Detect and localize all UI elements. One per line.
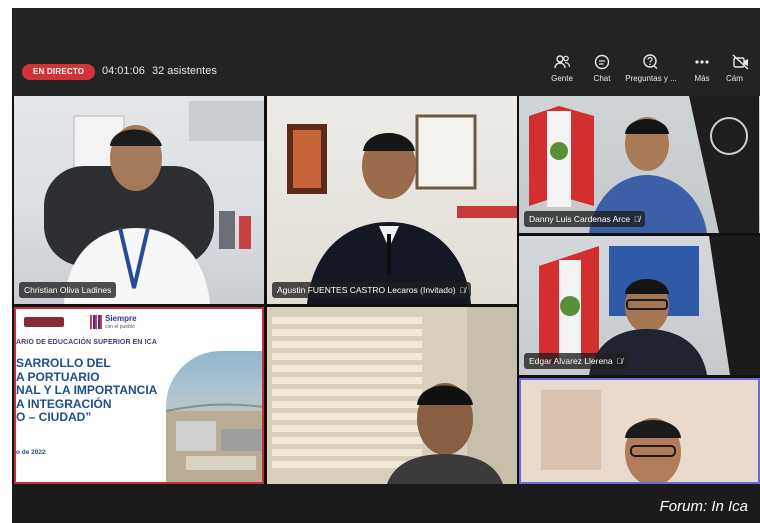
questions-icon — [643, 54, 658, 70]
shared-presentation[interactable]: Siempre con el pueblo ARIO DE EDUCACIÓN … — [14, 307, 264, 484]
live-badge: EN DIRECTO — [22, 64, 96, 80]
participant-tile[interactable]: Edgar Alvarez Llerena 🎙̸ — [519, 236, 760, 375]
camera-button[interactable]: Cám — [726, 54, 760, 90]
mic-muted-icon: 🎙̸ — [616, 357, 623, 366]
chat-icon — [594, 54, 610, 70]
port-image — [166, 351, 262, 482]
participant-video — [267, 307, 517, 484]
camera-icon — [732, 54, 749, 70]
ministry-logo — [24, 317, 64, 327]
mic-muted-icon: 🎙̸ — [634, 215, 641, 224]
government-logo-mark — [90, 315, 102, 329]
participant-video — [287, 114, 517, 304]
slide-kicker: ARIO DE EDUCACIÓN SUPERIOR EN ICA — [16, 339, 157, 346]
participant-tile[interactable] — [267, 307, 517, 484]
participant-tile[interactable]: Christian Oliva Ladines — [14, 96, 264, 304]
more-label: Más — [694, 74, 710, 83]
people-icon — [554, 55, 571, 69]
participant-tile[interactable]: Agustin FUENTES CASTRO Lecaros (Invitado… — [267, 96, 517, 304]
meeting-header: EN DIRECTO 04:01:06 32 asistentes Gente … — [12, 8, 760, 96]
participant-name-label: Christian Oliva Ladines — [19, 282, 117, 298]
participant-video — [521, 380, 758, 482]
participant-name-label: Agustin FUENTES CASTRO Lecaros (Invitado… — [272, 282, 471, 298]
more-icon — [695, 60, 709, 64]
slide-header: Siempre con el pueblo — [16, 309, 262, 335]
meeting-window: EN DIRECTO 04:01:06 32 asistentes Gente … — [12, 8, 760, 523]
camera-label: Cám — [726, 74, 743, 83]
active-speaker-tile[interactable] — [519, 378, 760, 484]
slide-date: o de 2022 — [16, 449, 46, 456]
video-grid: Christian Oliva Ladines Agustin FUENTES … — [12, 96, 760, 484]
participant-name-label: Danny Luis Cardenas Arce 🎙̸ — [524, 211, 646, 227]
government-logo-text: Siempre con el pueblo — [105, 314, 137, 331]
meeting-timer: 04:01:06 — [102, 65, 145, 77]
participant-video — [44, 101, 264, 304]
mic-muted-icon: 🎙̸ — [459, 286, 466, 295]
participant-name-label: Edgar Alvarez Llerena 🎙̸ — [524, 353, 628, 369]
slide-title: SARROLLO DEL A PORTUARIO NAL Y LA IMPORT… — [16, 356, 158, 424]
participant-tile[interactable]: Danny Luis Cardenas Arce 🎙̸ — [519, 96, 760, 233]
more-button[interactable]: Más — [672, 54, 732, 90]
attendee-count: 32 asistentes — [152, 65, 217, 77]
photo-credit: Forum: In Ica — [659, 498, 748, 515]
